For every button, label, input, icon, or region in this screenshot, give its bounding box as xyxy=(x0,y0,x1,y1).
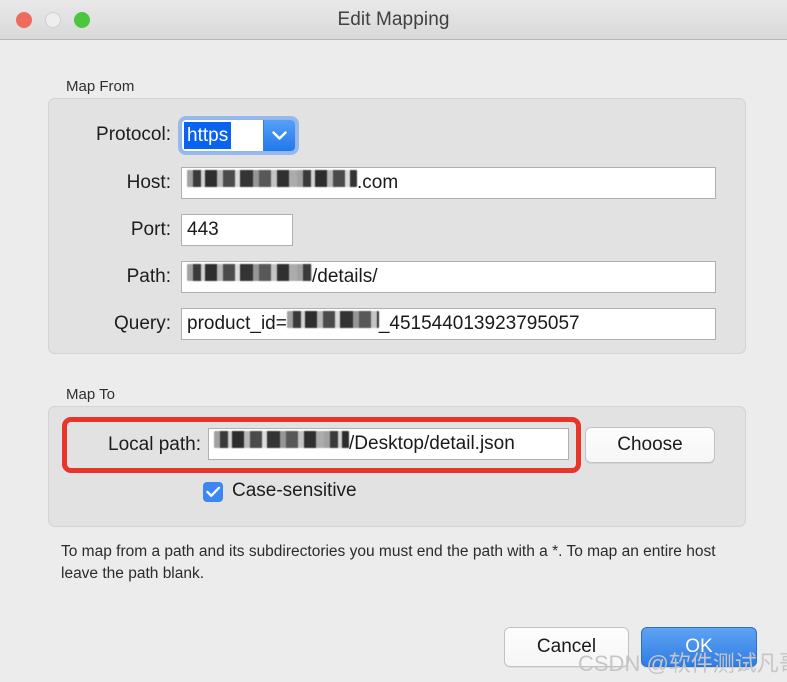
local-path-value-suffix: /Desktop/detail.json xyxy=(349,433,515,454)
protocol-label: Protocol: xyxy=(96,124,171,145)
port-input[interactable]: 443 xyxy=(181,214,293,246)
choose-button[interactable]: Choose xyxy=(585,427,715,463)
chevron-down-icon[interactable] xyxy=(263,120,295,151)
case-sensitive-checkbox[interactable] xyxy=(203,482,223,502)
host-input[interactable]: xxxxxxxxxxxxxxxxxx.com xyxy=(181,167,716,199)
host-value-suffix: .com xyxy=(357,172,399,193)
path-input[interactable]: xxxxxxxxxxxx/details/ xyxy=(181,261,716,293)
edit-mapping-dialog: Edit Mapping Map From Protocol: https Ho… xyxy=(0,0,787,682)
port-label: Port: xyxy=(130,219,171,240)
redacted-text: xxxxxxxxx xyxy=(286,311,379,328)
redacted-text: xxxxxxxxxxxx xyxy=(187,264,312,281)
local-path-input[interactable]: xxxxxxxxxxxxx/Desktop/detail.json xyxy=(208,428,569,460)
help-text: To map from a path and its subdirectorie… xyxy=(61,543,716,582)
map-to-groupbox xyxy=(48,406,746,527)
query-label: Query: xyxy=(113,313,171,334)
cancel-button[interactable]: Cancel xyxy=(504,627,629,667)
local-path-label: Local path: xyxy=(108,434,201,455)
protocol-combobox[interactable]: https xyxy=(181,119,296,152)
path-value-suffix: /details/ xyxy=(312,266,378,287)
path-label: Path: xyxy=(126,266,171,287)
query-value-prefix: product_id= xyxy=(187,313,287,334)
checkmark-icon xyxy=(206,486,221,497)
redacted-text: xxxxxxxxxxxxx xyxy=(214,431,349,448)
host-label: Host: xyxy=(126,172,171,193)
redacted-text: xxxxxxxxxxxxxxxxxx xyxy=(187,170,357,187)
query-value-suffix: _451544013923795057 xyxy=(378,313,580,334)
map-from-group-label: Map From xyxy=(66,78,135,95)
ok-button[interactable]: OK xyxy=(641,627,757,667)
query-input[interactable]: product_id=xxxxxxxxx_451544013923795057 xyxy=(181,308,716,340)
window-titlebar: Edit Mapping xyxy=(0,0,787,40)
window-title: Edit Mapping xyxy=(337,9,450,30)
case-sensitive-label: Case-sensitive xyxy=(232,480,357,501)
protocol-value[interactable]: https xyxy=(184,122,232,149)
map-to-group-label: Map To xyxy=(66,386,115,403)
